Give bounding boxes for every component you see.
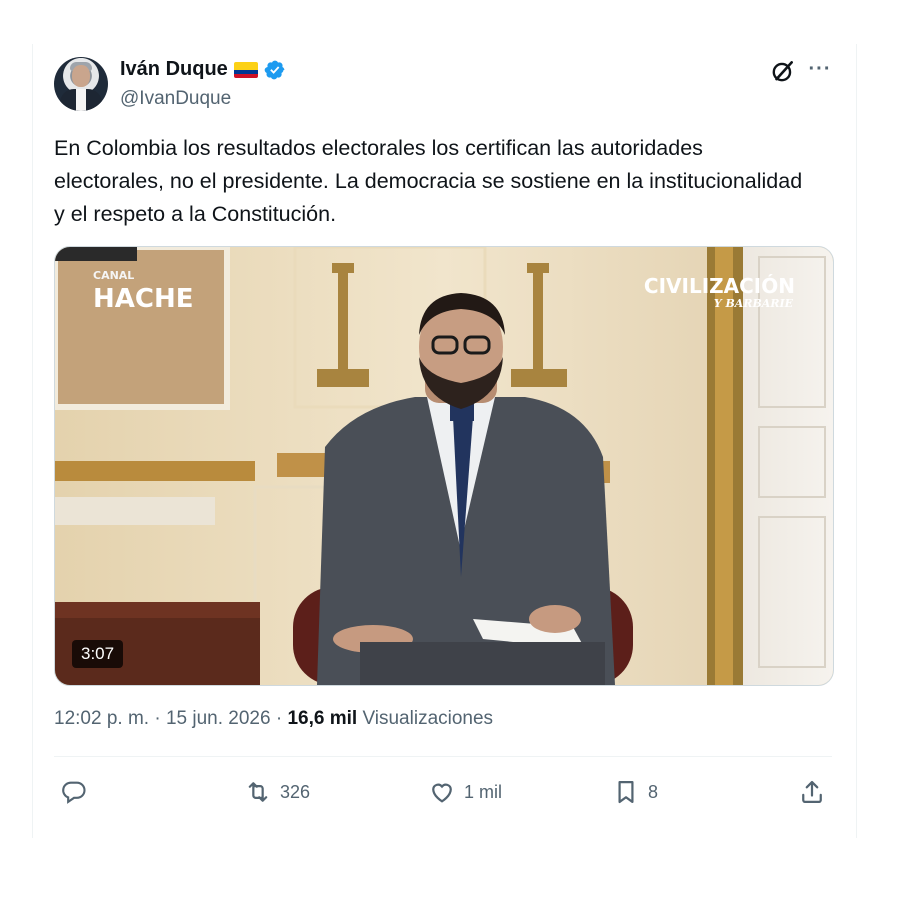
bookmark-button[interactable]: 8 [612,772,658,812]
author-handle[interactable]: @IvanDuque [120,88,231,110]
views-count: 16,6 mil [287,708,358,729]
heart-icon [432,783,452,803]
reply-button[interactable] [60,772,88,812]
tweet-date[interactable]: 15 jun. 2026 [166,708,271,729]
video-duration: 3:07 [72,640,124,668]
channel-logo-small: CANAL [93,269,134,282]
author-name[interactable]: Iván Duque [120,58,228,81]
more-options-icon[interactable]: ··· [807,58,833,84]
meta-separator: · [154,708,161,729]
avatar[interactable] [54,57,108,111]
bookmark-count: 8 [648,781,659,802]
retweet-button[interactable]: 326 [244,772,310,812]
views-label: Visualizaciones [362,708,494,729]
show-title-small: Y BARBARIE [714,297,794,310]
like-count: 1 mil [464,781,503,802]
tweet-time[interactable]: 12:02 p. m. [54,708,149,729]
like-button[interactable]: 1 mil [428,772,502,812]
colombia-flag-icon [233,61,258,78]
share-icon [802,780,822,804]
bookmark-icon [618,780,634,804]
verified-badge-icon [264,60,285,79]
channel-logo-big: HACHE [93,284,193,314]
tweet-text: En Colombia los resultados electorales l… [54,136,803,226]
divider [54,756,832,757]
author-row: Iván Duque [120,58,286,81]
tweet-meta: 12:02 p. m. · 15 jun. 2026 · 16,6 mil Vi… [54,708,493,730]
share-button[interactable] [798,772,826,812]
video-player[interactable]: CANAL HACHE CIVILIZACIÓN Y BARBARIE [54,246,834,686]
reply-icon [62,781,86,804]
action-bar: 326 1 mil 8 [54,772,832,812]
meta-separator: · [275,708,283,729]
show-title-big: CIVILIZACIÓN [644,274,795,298]
retweet-icon [248,782,268,802]
grok-icon[interactable] [770,58,796,84]
video-frame: CANAL HACHE CIVILIZACIÓN Y BARBARIE [55,247,833,685]
retweet-count: 326 [280,781,311,802]
